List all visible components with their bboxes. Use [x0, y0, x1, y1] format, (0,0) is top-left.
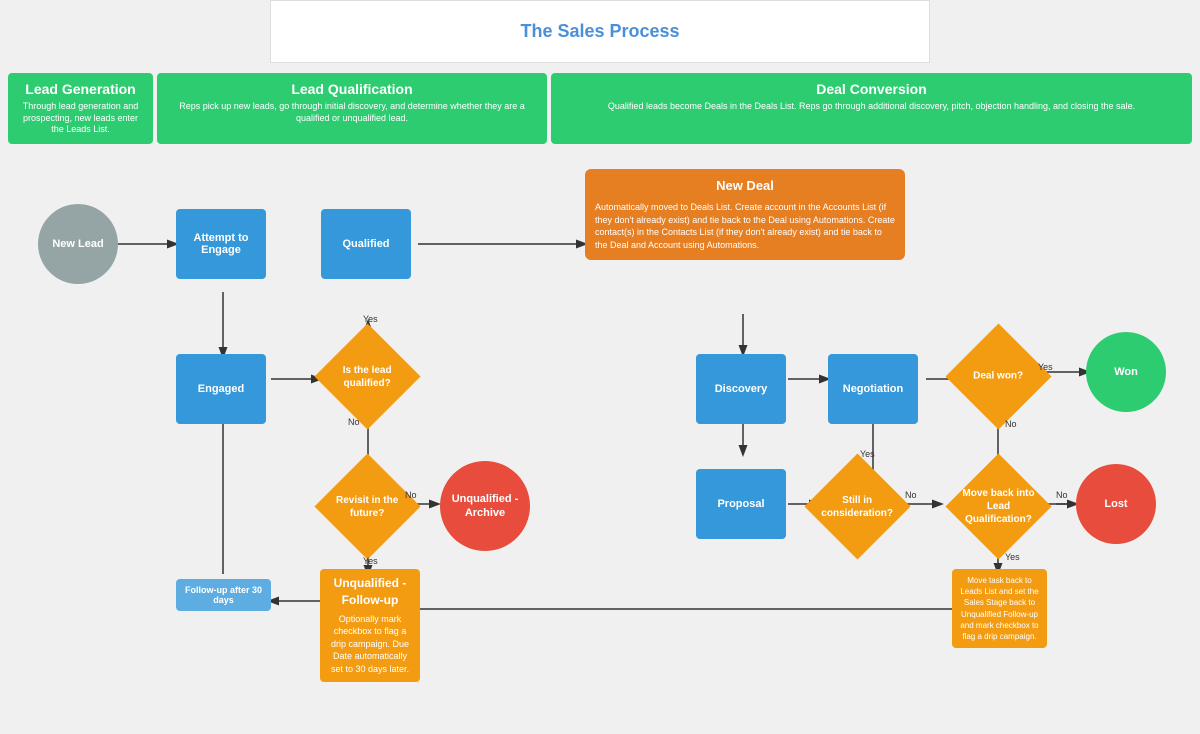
engaged-node: Engaged: [176, 354, 266, 424]
diagram-area: New Lead Attempt to Engage Engaged Is th…: [8, 154, 1192, 734]
phase-lead-qual: Lead Qualification Reps pick up new lead…: [157, 73, 547, 144]
phase-deal-conv-desc: Qualified leads become Deals in the Deal…: [561, 101, 1182, 113]
qualified-node: Qualified: [321, 209, 411, 279]
phase-lead-gen-title: Lead Generation: [18, 81, 143, 97]
deal-won-diamond: Deal won?: [945, 324, 1051, 430]
is-qualified-diamond: Is the lead qualified?: [314, 324, 420, 430]
phase-lead-qual-title: Lead Qualification: [167, 81, 537, 97]
unqualified-archive-node: Unqualified - Archive: [440, 461, 530, 551]
page-title: The Sales Process: [291, 21, 909, 42]
phase-deal-conv-title: Deal Conversion: [561, 81, 1182, 97]
phase-lead-qual-desc: Reps pick up new leads, go through initi…: [167, 101, 537, 124]
no-label-1: No: [348, 417, 360, 427]
revisit-diamond: Revisit in the future?: [314, 454, 420, 560]
phase-headers: Lead Generation Through lead generation …: [0, 73, 1200, 144]
no-label-3: No: [1005, 419, 1017, 429]
no-label-5: No: [1056, 490, 1068, 500]
page-wrapper: The Sales Process Lead Generation Throug…: [0, 0, 1200, 734]
still-consideration-diamond: Still in consideration?: [804, 454, 910, 560]
yes-label-2: Yes: [363, 556, 378, 566]
phase-deal-conv: Deal Conversion Qualified leads become D…: [551, 73, 1192, 144]
yes-label-1: Yes: [363, 314, 378, 324]
yes-label-3: Yes: [1038, 362, 1053, 372]
discovery-node: Discovery: [696, 354, 786, 424]
proposal-node: Proposal: [696, 469, 786, 539]
no-label-4: No: [905, 490, 917, 500]
yes-label-4: Yes: [860, 449, 875, 459]
attempt-engage-node: Attempt to Engage: [176, 209, 266, 279]
negotiation-node: Negotiation: [828, 354, 918, 424]
yes-label-5: Yes: [1005, 552, 1020, 562]
new-deal-node: New Deal Automatically moved to Deals Li…: [585, 169, 905, 260]
lost-node: Lost: [1076, 464, 1156, 544]
won-node: Won: [1086, 332, 1166, 412]
new-lead-node: New Lead: [38, 204, 118, 284]
unqualified-followup-node: Unqualified - Follow-up Optionally mark …: [320, 569, 420, 682]
followup-after-node: Follow-up after 30 days: [176, 579, 271, 611]
title-area: The Sales Process: [270, 0, 930, 63]
move-back-desc-node: Move task back to Leads List and set the…: [952, 569, 1047, 648]
phase-lead-gen: Lead Generation Through lead generation …: [8, 73, 153, 144]
phase-lead-gen-desc: Through lead generation and prospecting,…: [18, 101, 143, 136]
no-label-2: No: [405, 490, 417, 500]
move-back-lq-diamond: Move back into Lead Qualification?: [945, 454, 1051, 560]
